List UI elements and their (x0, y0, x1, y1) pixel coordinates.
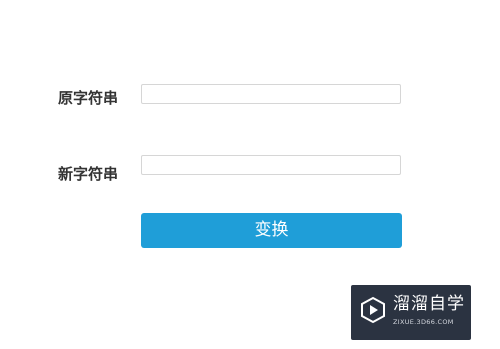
new-string-label: 新字符串 (58, 165, 119, 183)
original-string-input[interactable] (141, 84, 401, 104)
watermark-subtitle: ZIXUE.3D66.COM (393, 318, 454, 326)
new-string-input[interactable] (141, 155, 401, 175)
transform-button[interactable]: 变换 (141, 213, 402, 248)
play-shield-icon (361, 296, 385, 324)
watermark-title: 溜溜自学 (393, 294, 465, 314)
original-string-label: 原字符串 (58, 89, 119, 107)
watermark: 溜溜自学 ZIXUE.3D66.COM (351, 285, 471, 340)
